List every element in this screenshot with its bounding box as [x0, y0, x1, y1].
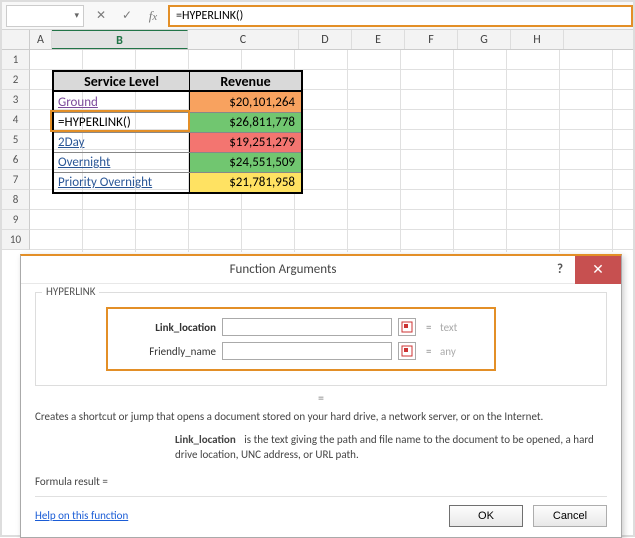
cancel-button[interactable]: Cancel [533, 505, 607, 527]
cell-revenue[interactable]: $19,251,279 [190, 133, 301, 152]
argument-rows: Link_location = text Friendly_name = any [106, 307, 496, 371]
function-description: Creates a shortcut or jump that opens a … [35, 410, 607, 425]
argument-help: Link_location is the text giving the pat… [175, 433, 607, 463]
row-header[interactable]: 3 [2, 90, 30, 110]
equals-label: = [426, 321, 434, 334]
arg-help-label: Link_location [175, 433, 236, 446]
close-icon[interactable]: ✕ [575, 256, 621, 284]
dialog-title: Function Arguments [21, 262, 545, 277]
col-header-E[interactable]: E [352, 30, 405, 49]
help-link[interactable]: Help on this function [35, 509, 128, 522]
col-header-H[interactable]: H [511, 30, 564, 49]
argument-input[interactable] [222, 318, 392, 336]
argument-type: any [440, 345, 456, 358]
cell-service-level[interactable]: Priority Overnight [54, 173, 190, 192]
cell-text: Ground [58, 95, 98, 110]
col-header-C[interactable]: C [188, 30, 299, 49]
range-select-icon[interactable] [398, 318, 416, 336]
cell-text: 2Day [58, 135, 84, 150]
table-row: =HYPERLINK() $26,811,778 [54, 112, 301, 132]
col-header-A[interactable]: A [30, 30, 52, 49]
row-header[interactable]: 4 [2, 110, 30, 130]
row-header[interactable]: 5 [2, 130, 30, 150]
argument-label: Friendly_name [116, 345, 216, 358]
col-header-F[interactable]: F [405, 30, 458, 49]
argument-row: Link_location = text [116, 315, 486, 339]
column-headers: A B C D E F G H [2, 30, 633, 50]
cell-text: =HYPERLINK() [58, 115, 131, 130]
table-header-row: Service Level Revenue [54, 72, 301, 92]
cell-text: Priority Overnight [58, 175, 152, 190]
formula-result: Formula result = [35, 475, 607, 488]
fx-icon[interactable]: fx [146, 8, 160, 24]
cancel-icon[interactable]: ✕ [94, 8, 108, 23]
formula-bar: ▾ ✕ ✓ fx =HYPERLINK() [2, 2, 633, 30]
formula-text: =HYPERLINK() [176, 9, 243, 23]
argument-input[interactable] [222, 342, 392, 360]
arguments-group: HYPERLINK Link_location=textFriendly_nam… [35, 292, 607, 386]
row-header[interactable]: 10 [2, 230, 30, 250]
range-select-icon[interactable] [398, 342, 416, 360]
cell-service-level[interactable]: Overnight [54, 153, 190, 172]
arg-help-text: is the text giving the path and file nam… [175, 433, 594, 461]
ok-button[interactable]: OK [449, 505, 523, 527]
cell-text: Overnight [58, 155, 110, 170]
argument-row: Friendly_name = any [116, 339, 486, 363]
spreadsheet-grid[interactable]: 1 2 3 4 5 6 7 8 9 10 Service Level Reven… [2, 50, 633, 252]
table-row: 2Day $19,251,279 [54, 132, 301, 152]
dialog-footer: Help on this function OK Cancel [35, 496, 607, 527]
equals-label: = [426, 345, 434, 358]
argument-type: text [440, 321, 457, 334]
cell-service-level[interactable]: =HYPERLINK() [54, 113, 190, 132]
name-box[interactable]: ▾ [6, 5, 84, 27]
dialog-body: HYPERLINK Link_location = text Friendly_nam… [21, 284, 621, 537]
formula-bar-buttons: ✕ ✓ fx [94, 8, 160, 24]
cell-revenue[interactable]: $21,781,958 [190, 173, 301, 192]
row-header[interactable]: 7 [2, 170, 30, 190]
cell-revenue[interactable]: $26,811,778 [190, 113, 301, 132]
formula-input[interactable]: =HYPERLINK() [168, 5, 633, 27]
enter-icon[interactable]: ✓ [120, 8, 134, 23]
row-headers: 1 2 3 4 5 6 7 8 9 10 [2, 50, 30, 250]
chevron-down-icon[interactable]: ▾ [74, 10, 79, 21]
help-icon[interactable]: ? [545, 256, 575, 284]
row-header[interactable]: 9 [2, 210, 30, 230]
header-revenue[interactable]: Revenue [190, 72, 301, 92]
row-header[interactable]: 6 [2, 150, 30, 170]
data-table: Service Level Revenue Ground$20,101,264=… [52, 70, 303, 194]
cell-service-level[interactable]: 2Day [54, 133, 190, 152]
table-row: Overnight $24,551,509 [54, 152, 301, 172]
function-name-legend: HYPERLINK [42, 285, 99, 298]
function-arguments-dialog: Function Arguments ? ✕ HYPERLINK Link_lo… [20, 254, 622, 538]
cell-service-level[interactable]: Ground [54, 92, 190, 112]
cell-revenue[interactable]: $24,551,509 [190, 153, 301, 172]
argument-label: Link_location [116, 321, 216, 334]
table-row: Ground $20,101,264 [54, 92, 301, 112]
dialog-titlebar[interactable]: Function Arguments ? ✕ [21, 256, 621, 284]
header-service-level[interactable]: Service Level [54, 72, 190, 92]
row-header[interactable]: 1 [2, 50, 30, 70]
col-header-B[interactable]: B [52, 30, 188, 49]
row-header[interactable]: 8 [2, 190, 30, 210]
cell-revenue[interactable]: $20,101,264 [190, 92, 301, 112]
row-header[interactable]: 2 [2, 70, 30, 90]
result-equals: = [35, 392, 607, 406]
col-header-D[interactable]: D [299, 30, 352, 49]
select-all-corner[interactable] [2, 30, 30, 49]
col-header-G[interactable]: G [458, 30, 511, 49]
table-row: Priority Overnight $21,781,958 [54, 172, 301, 192]
